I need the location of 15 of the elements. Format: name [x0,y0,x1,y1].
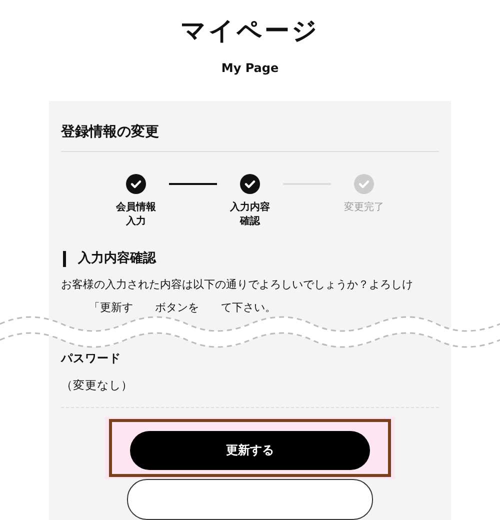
back-button[interactable] [127,479,373,520]
step-label: 変更完了 [344,201,384,215]
message-fragment: て下さい。 [221,300,276,315]
card-heading: 登録情報の変更 [61,123,439,152]
section-heading: 入力内容確認 [63,251,439,267]
field-value: （変更なし） [61,378,134,393]
update-button[interactable]: 更新する [130,431,370,470]
message-fragment: ボタンを [155,300,199,315]
page-title: マイページ [180,15,320,47]
message-text: お客様の入力された内容は以下の通りでよろしいでしょうか？よろしけ [61,277,414,292]
message-fragment: 「更新す [89,300,133,315]
page-subtitle: My Page [221,61,279,75]
step-label: 会員情報 入力 [116,201,156,229]
step-label: 入力内容 確認 [230,201,270,229]
field-label: パスワード [61,351,122,366]
